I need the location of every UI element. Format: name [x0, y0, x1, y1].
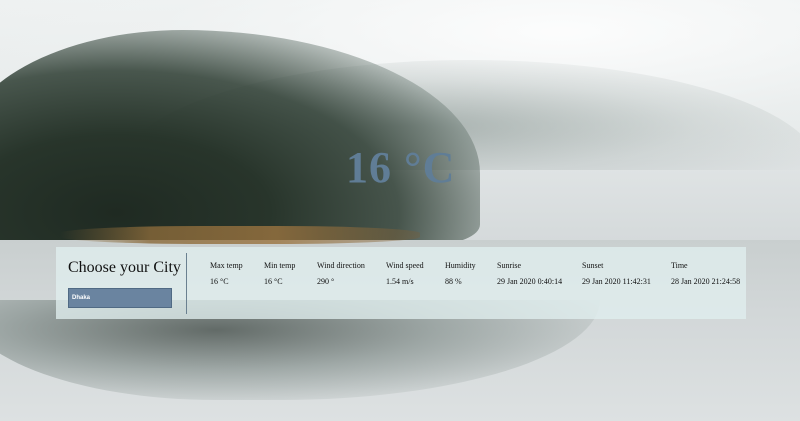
stat-sunrise: Sunrise 29 Jan 2020 0:40:14 — [497, 261, 562, 286]
stat-label: Sunrise — [497, 261, 521, 270]
stat-label: Wind speed — [386, 261, 424, 270]
stat-value: 1.54 m/s — [386, 277, 414, 286]
weather-stats: Max temp 16 °C Min temp 16 °C Wind direc… — [187, 247, 746, 319]
stat-min-temp: Min temp 16 °C — [264, 261, 295, 286]
stat-value: 16 °C — [264, 277, 283, 286]
stat-value: 29 Jan 2020 11:42:31 — [582, 277, 651, 286]
stat-time: Time 28 Jan 2020 21:24:58 — [671, 261, 740, 286]
stat-sunset: Sunset 29 Jan 2020 11:42:31 — [582, 261, 651, 286]
choose-city-title: Choose your City — [68, 259, 181, 276]
background-landscape — [0, 0, 800, 421]
current-temperature: 16 °C — [346, 143, 456, 192]
shoreline — [60, 226, 420, 244]
stat-wind-speed: Wind speed 1.54 m/s — [386, 261, 424, 286]
stat-label: Wind direction — [317, 261, 365, 270]
weather-panel: Choose your City Dhaka Max temp 16 °C Mi… — [56, 247, 746, 319]
stat-wind-direction: Wind direction 290 ° — [317, 261, 365, 286]
stat-label: Sunset — [582, 261, 604, 270]
stat-value: 290 ° — [317, 277, 335, 286]
stat-value: 29 Jan 2020 0:40:14 — [497, 277, 563, 286]
stat-label: Min temp — [264, 261, 296, 270]
stat-humidity: Humidity 88 % — [445, 261, 476, 286]
stat-label: Max temp — [210, 261, 243, 270]
stat-label: Time — [671, 261, 688, 270]
city-chooser: Choose your City Dhaka — [56, 253, 187, 314]
stat-max-temp: Max temp 16 °C — [210, 261, 243, 286]
city-select[interactable]: Dhaka — [68, 288, 172, 308]
stat-value: 16 °C — [210, 277, 229, 286]
stat-label: Humidity — [445, 261, 476, 270]
stat-value: 88 % — [445, 277, 462, 286]
stat-value: 28 Jan 2020 21:24:58 — [671, 277, 741, 286]
